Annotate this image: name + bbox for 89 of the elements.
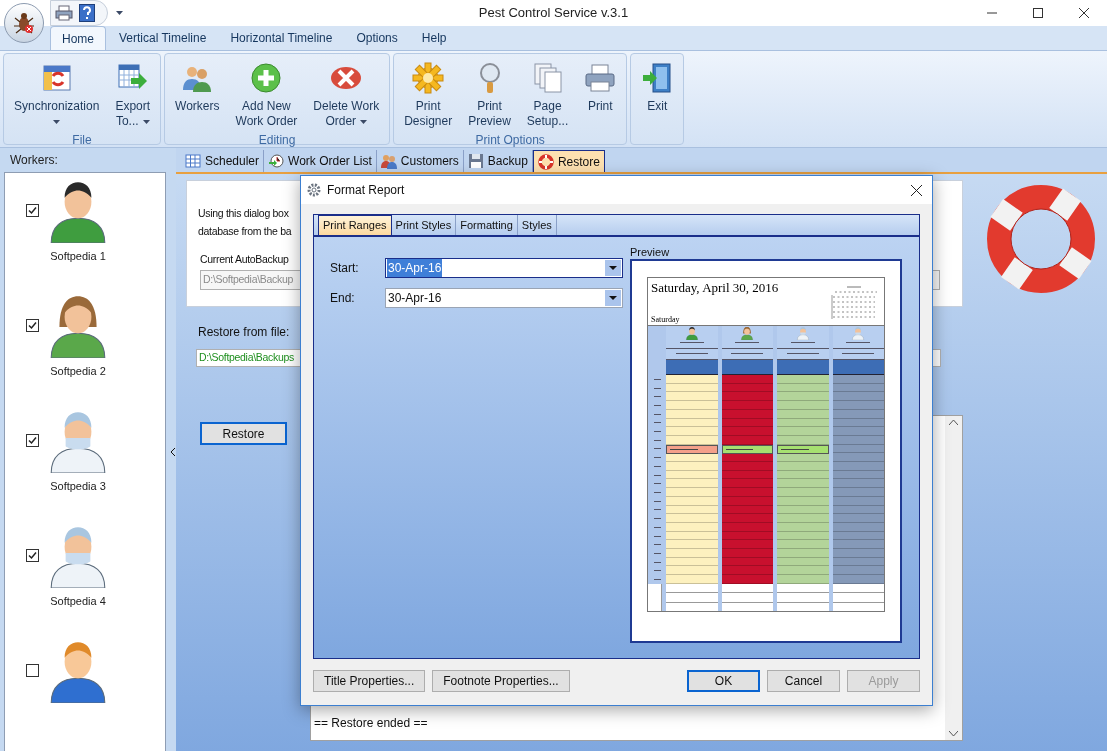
person-avatar [795,326,810,340]
ribbon-button[interactable]: Print Designer [398,54,459,131]
date-dropdown[interactable]: 30-Apr-16 [385,288,623,308]
worker-name: Softpedia 1 [50,249,106,264]
group-label: Editing [258,132,296,149]
dialog-button[interactable]: Footnote Properties... [432,670,570,692]
field-label: Current AutoBackup [200,252,289,267]
worker-name: Softpedia 4 [50,594,106,609]
gear-icon [307,183,321,197]
lifebuoy-icon [537,153,554,170]
printer-icon [584,62,617,94]
ribbon-button[interactable]: Workers [169,54,226,116]
ribbon-tab[interactable]: Help [410,26,458,50]
dialog-tab[interactable]: Print Styles [391,215,457,235]
restore-button[interactable]: Restore [200,422,287,445]
ribbon-button[interactable]: Print Preview [462,54,517,131]
dialog-tab[interactable]: Styles [517,215,557,235]
grid-icon [185,153,201,169]
panel-title: Workers: [9,152,58,169]
checkbox[interactable] [26,204,39,217]
column-band [721,360,773,375]
caret-icon [609,296,617,300]
ant-icon [11,10,37,36]
checkbox[interactable] [26,664,39,677]
people-icon [380,153,397,169]
worker-name: Softpedia 3 [50,479,106,494]
ribbon-button[interactable]: Print [578,54,623,116]
field-label: End: [330,290,356,307]
checkbox[interactable] [26,319,39,332]
table-arrows-icon [40,62,73,94]
app-logo[interactable] [4,3,44,43]
caret-icon [360,119,368,124]
document-tab[interactable]: Scheduler [181,150,265,172]
checkbox[interactable] [26,434,39,447]
maximize-icon[interactable] [1033,8,1043,18]
plus-icon [250,62,283,94]
ribbon-button[interactable]: Export To... [109,54,157,131]
caret-icon [116,11,123,15]
dialog-button[interactable]: Cancel [767,670,840,692]
printer-icon[interactable] [55,5,73,21]
group-label: File [72,132,92,149]
field-label: Start: [330,260,360,277]
ribbon-tab[interactable]: Home [50,26,106,50]
date-dropdown[interactable]: 30-Apr-16 [385,258,623,278]
ribbon-button[interactable]: Delete Work Order [307,54,386,131]
ribbon-tab[interactable]: Vertical Timeline [108,26,218,50]
mini-calendar-drawing [831,286,877,322]
help-icon[interactable] [79,4,95,22]
pages-icon [531,62,564,94]
person-avatar [740,326,755,340]
document-tab[interactable]: Backup [463,150,533,172]
person-avatar [684,326,699,340]
ribbon-button[interactable]: Page Setup... [520,54,575,131]
scroll-up-icon[interactable] [949,420,958,425]
ribbon-button[interactable]: Synchronization [8,54,106,131]
dialog-tab[interactable]: Print Ranges [318,215,392,235]
preview-label: Preview [630,245,670,259]
dialog-button[interactable]: OK [687,670,760,692]
scroll-down-icon[interactable] [949,731,958,736]
document-tab[interactable]: Work Order List [264,150,377,172]
person-avatar [851,326,866,340]
door-arrow-icon [641,62,674,94]
column-band [777,360,829,375]
field-label: Restore from file: [198,324,290,341]
ribbon-button[interactable]: Exit [635,54,680,116]
description-text: Using this dialog box [198,206,289,221]
column-band [666,360,718,375]
caret-icon [53,119,61,124]
ribbon-tab[interactable]: Horizontal Timeline [219,26,344,50]
dialog-tab[interactable]: Formatting [456,215,518,235]
close-icon[interactable] [1079,8,1089,18]
checkbox[interactable] [26,549,39,562]
dialog-button[interactable]: Title Properties... [313,670,426,692]
description-text: database from the ba [198,224,292,239]
scrollbar[interactable] [945,416,962,740]
ribbon-tab[interactable]: Options [345,26,409,50]
document-tab[interactable]: Restore [532,150,605,172]
window-title: Pest Control Service v.3.1 [478,4,629,23]
log-text: == Restore ended == [314,716,428,730]
document-tab[interactable]: Customers [376,150,464,172]
worker-name: Softpedia 2 [50,364,106,379]
column-band [832,360,884,375]
dialog-title: Format Report [327,182,405,199]
close-icon[interactable] [911,184,922,196]
report-subtitle: Saturday [651,315,680,325]
ribbon-button[interactable]: Add New Work Order [229,54,304,131]
group-label: Print Options [475,132,545,149]
caret-icon [142,119,150,124]
report-title: Saturday, April 30, 2016 [651,280,779,296]
